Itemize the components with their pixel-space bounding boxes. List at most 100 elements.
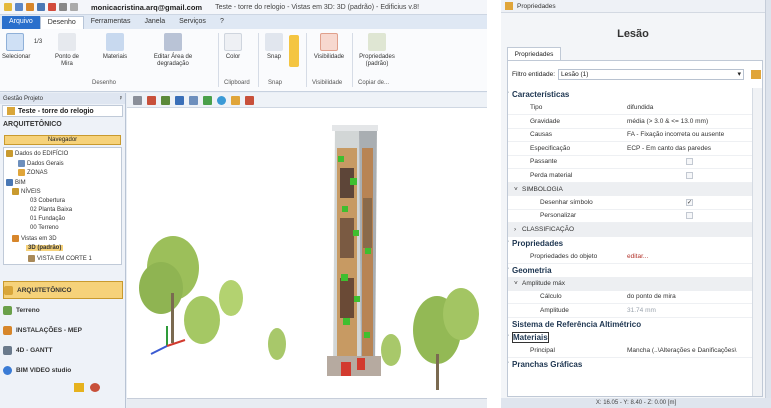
- copy-from-label[interactable]: Copiar de...: [358, 80, 389, 86]
- open-icon[interactable]: [4, 3, 12, 11]
- viewport-scrollbar[interactable]: [127, 398, 487, 408]
- checkbox[interactable]: [686, 212, 693, 220]
- tree-item[interactable]: BIM: [6, 179, 26, 186]
- scale-control[interactable]: 1/3: [32, 39, 44, 46]
- tree-item[interactable]: Dados do EDIFÍCIO: [6, 150, 68, 157]
- snap-mode-button[interactable]: [288, 35, 300, 70]
- checkbox[interactable]: ✓: [686, 198, 693, 206]
- expand-icon[interactable]: ˅: [514, 280, 518, 287]
- edit-degradation-button[interactable]: Editar Área de degradação: [150, 33, 196, 68]
- expand-icon[interactable]: ˅: [514, 186, 518, 193]
- filter-icon[interactable]: [751, 70, 761, 79]
- measure-icon[interactable]: [231, 95, 240, 105]
- property-row[interactable]: Passante: [508, 156, 752, 169]
- tree-item[interactable]: Dados Gerais: [18, 160, 64, 167]
- property-row[interactable]: Tipo difundida: [508, 102, 752, 115]
- property-subgroup[interactable]: ˅ SIMBOLOGIA: [508, 182, 752, 196]
- folder-icon[interactable]: [26, 3, 34, 11]
- module-mep[interactable]: INSTALAÇÕES - MEP: [3, 321, 123, 339]
- camera-icon[interactable]: [175, 95, 184, 105]
- module-gantt[interactable]: 4D - GANTT: [3, 341, 123, 359]
- render-icon[interactable]: [147, 95, 156, 105]
- property-subgroup[interactable]: ˅ Amplitude máx: [508, 277, 752, 291]
- new-icon[interactable]: [15, 3, 23, 11]
- tree-item[interactable]: 03 Cobertura: [30, 198, 65, 204]
- snap-button[interactable]: Snap: [262, 33, 286, 61]
- expand-icon[interactable]: ›: [514, 226, 516, 233]
- property-value[interactable]: 31.74 mm: [627, 307, 656, 314]
- tab-servicos[interactable]: Serviços: [172, 16, 213, 29]
- share-icon[interactable]: [245, 95, 254, 105]
- project-name[interactable]: Teste - torre do relogio: [2, 105, 123, 117]
- property-value[interactable]: editar...: [627, 253, 648, 260]
- property-value[interactable]: FA - Fixação incorreta ou ausente: [627, 131, 724, 138]
- tree-item[interactable]: Vistas em 3D: [12, 235, 57, 242]
- property-value[interactable]: ECP - Em canto das paredes: [627, 145, 711, 152]
- module-option-icon[interactable]: [74, 383, 84, 392]
- save-icon[interactable]: [37, 3, 45, 11]
- property-row[interactable]: Principal Mancha (..\Alterações e Danific…: [508, 345, 752, 358]
- select-button[interactable]: Selecionar: [2, 33, 30, 61]
- module-terreno[interactable]: Terreno: [3, 301, 123, 319]
- module-arquitetonico[interactable]: ARQUITETÔNICO: [3, 281, 123, 299]
- undo-icon[interactable]: [59, 3, 67, 11]
- checkbox[interactable]: [686, 171, 693, 179]
- property-row[interactable]: Cálculo do ponto de mira: [508, 291, 752, 304]
- tab-arquivo[interactable]: Arquivo: [2, 16, 40, 29]
- property-value[interactable]: do ponto de mira: [627, 293, 676, 300]
- tab-desenho[interactable]: Desenho: [39, 16, 84, 29]
- account-email[interactable]: monicacristina.arq@gmail.com: [91, 3, 202, 12]
- expand-icon[interactable]: ˅: [508, 333, 509, 342]
- module-bim-video[interactable]: BIM VIDEO studio: [3, 361, 123, 379]
- expand-icon[interactable]: ˅: [508, 239, 509, 248]
- property-subgroup[interactable]: › CLASSIFICAÇÃO: [508, 223, 752, 237]
- expand-icon[interactable]: ˅: [508, 360, 509, 369]
- property-value[interactable]: Mancha (..\Alterações e Danificações\: [627, 347, 736, 354]
- 3d-viewport[interactable]: [127, 108, 487, 398]
- property-category[interactable]: ›Sistema de Referência Altimétrico: [508, 318, 752, 332]
- property-row[interactable]: Gravidade média (> 3.0 & <= 13.0 mm): [508, 115, 752, 129]
- tab-propriedades[interactable]: Propriedades: [507, 47, 561, 61]
- tree-item[interactable]: ZONAS: [18, 169, 48, 176]
- module-settings-icon[interactable]: [90, 383, 100, 392]
- tree-item[interactable]: 02 Planta Baixa: [30, 207, 72, 213]
- properties-default-button[interactable]: Propriedades (padrão): [356, 33, 398, 68]
- expand-icon[interactable]: ˅: [508, 266, 509, 275]
- property-row[interactable]: Propriedades do objeto editar...: [508, 250, 752, 264]
- tree-item[interactable]: 00 Terreno: [30, 225, 59, 231]
- pin-icon[interactable]: ᵖ: [120, 96, 122, 102]
- materials-button[interactable]: Materiais: [98, 33, 132, 61]
- color-button[interactable]: Color: [222, 33, 244, 61]
- tree-item[interactable]: NÍVEIS: [12, 188, 41, 195]
- target-point-button[interactable]: Ponto de Mira: [50, 33, 84, 68]
- tab-janela[interactable]: Janela: [137, 16, 172, 29]
- tab-help[interactable]: ?: [213, 16, 231, 29]
- property-category[interactable]: ˅Materiais: [508, 331, 752, 345]
- visibility-button[interactable]: Visibilidade: [310, 33, 348, 61]
- checkbox[interactable]: [686, 158, 693, 166]
- tree-item-selected[interactable]: 3D (padrão): [26, 245, 64, 251]
- property-scrollbar[interactable]: [752, 88, 762, 396]
- property-row[interactable]: Especificação ECP - Em canto das paredes: [508, 142, 752, 156]
- navigator-tab[interactable]: Navegador: [4, 135, 121, 145]
- property-row[interactable]: Personalizar: [508, 210, 752, 223]
- tree-item[interactable]: 01 Fundação: [30, 216, 65, 222]
- redo-icon[interactable]: [70, 3, 78, 11]
- property-row[interactable]: Causas FA - Fixação incorreta ou ausente: [508, 129, 752, 142]
- entity-filter-select[interactable]: Lesão (1): [558, 69, 744, 80]
- print-icon[interactable]: [48, 3, 56, 11]
- section-icon[interactable]: [189, 95, 198, 105]
- property-category[interactable]: ˅Geometria: [508, 264, 752, 278]
- property-category[interactable]: ˅Características: [508, 88, 752, 102]
- property-category[interactable]: ˅Pranchas Gráficas: [508, 358, 752, 372]
- tab-ferramentas[interactable]: Ferramentas: [84, 16, 138, 29]
- property-row[interactable]: Amplitude 31.74 mm: [508, 304, 752, 318]
- tree-item[interactable]: VISTA EM CORTE 1: [28, 255, 92, 262]
- light-icon[interactable]: [161, 95, 170, 105]
- property-value[interactable]: média (> 3.0 & <= 13.0 mm): [627, 118, 708, 125]
- property-row[interactable]: Desenhar símbolo ✓: [508, 196, 752, 210]
- property-value[interactable]: difundida: [627, 104, 653, 111]
- expand-icon[interactable]: ˅: [508, 90, 509, 99]
- shade-icon[interactable]: [203, 95, 212, 105]
- view-icon[interactable]: [133, 95, 142, 105]
